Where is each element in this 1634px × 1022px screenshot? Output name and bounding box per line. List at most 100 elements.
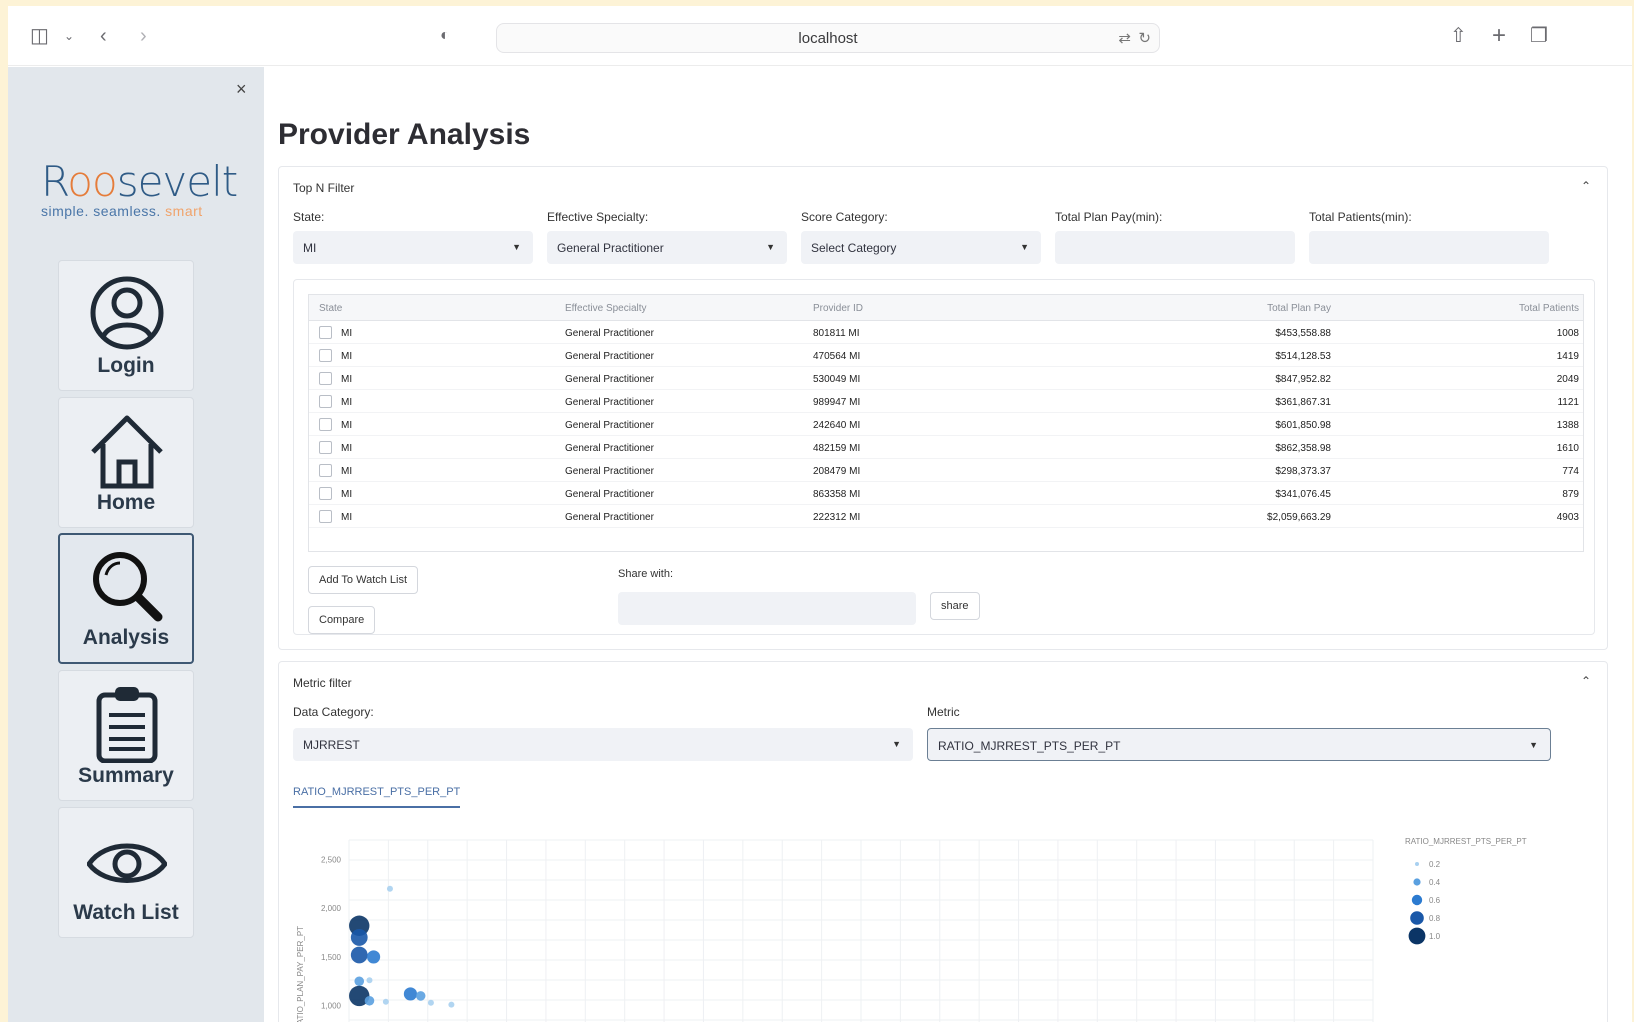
address-bar[interactable]: localhost ⇄ ↻ [496, 23, 1160, 53]
compare-button[interactable]: Compare [308, 606, 376, 634]
legend-marker [1410, 911, 1424, 925]
specialty-select-value: General Practitioner [557, 241, 664, 255]
search-icon [93, 552, 163, 622]
table-row[interactable]: MI General Practitioner 801811 MI $453,558.… [309, 321, 1583, 344]
data-point [415, 991, 426, 1001]
specialty-select[interactable]: General Practitioner ▼ [547, 231, 787, 264]
user-icon [90, 276, 164, 350]
panel-title: Top N Filter [293, 181, 355, 195]
cell-specialty: General Practitioner [565, 443, 654, 454]
row-checkbox[interactable] [319, 349, 332, 362]
url-text: localhost [798, 30, 858, 47]
new-tab-icon[interactable]: + [1492, 24, 1506, 48]
table-row[interactable]: MI General Practitioner 530049 MI $847,952.… [309, 367, 1583, 390]
add-to-watch-list-button[interactable]: Add To Watch List [308, 566, 419, 594]
cell-provider-id: 470564 MI [813, 351, 861, 362]
col-header-provider-id[interactable]: Provider ID [813, 303, 863, 314]
tab-ratio-metric[interactable]: RATIO_MJRREST_PTS_PER_PT [293, 786, 461, 808]
cell-patients: 1419 [1556, 351, 1579, 362]
cell-state: MI [341, 420, 353, 431]
col-header-patients[interactable]: Total Patients [1519, 303, 1579, 314]
share-icon[interactable]: ⇧ [1450, 24, 1467, 48]
back-icon[interactable]: ‹ [100, 24, 107, 48]
row-checkbox[interactable] [319, 510, 332, 523]
row-checkbox[interactable] [319, 441, 332, 454]
cell-provider-id: 222312 MI [813, 512, 861, 523]
table-row[interactable]: MI General Practitioner 242640 MI $601,850.… [309, 413, 1583, 436]
close-sidebar-button[interactable]: × [236, 79, 247, 100]
cell-specialty: General Practitioner [565, 328, 654, 339]
privacy-shield-icon[interactable]: ◐ [440, 24, 450, 48]
legend-title: RATIO_MJRREST_PTS_PER_PT [1405, 837, 1527, 846]
cell-patients: 1121 [1557, 397, 1579, 408]
row-checkbox[interactable] [319, 487, 332, 500]
score-category-value: Select Category [811, 241, 897, 255]
collapse-chevron-icon[interactable]: ⌃ [1581, 674, 1591, 688]
logo-brand-r: R [41, 157, 68, 206]
legend-label: 0.4 [1429, 878, 1441, 887]
patients-input[interactable] [1309, 231, 1549, 264]
sidebar-toggle-icon[interactable]: ◫ [30, 24, 49, 48]
nav-summary-button[interactable]: Summary [58, 670, 194, 801]
row-checkbox[interactable] [319, 326, 332, 339]
translate-icon[interactable]: ⇄ [1118, 29, 1131, 47]
legend-marker [1411, 894, 1423, 906]
score-category-select[interactable]: Select Category ▼ [801, 231, 1041, 264]
data-point [386, 885, 393, 892]
dropdown-arrow-icon: ▼ [1529, 740, 1538, 750]
row-checkbox[interactable] [319, 395, 332, 408]
score-category-label: Score Category: [801, 210, 888, 224]
data-category-select[interactable]: MJRREST ▼ [293, 728, 913, 761]
legend-label: 0.8 [1429, 914, 1441, 923]
cell-plan-pay: $514,128.53 [1275, 351, 1331, 362]
data-point [350, 929, 368, 946]
table-row[interactable]: MI General Practitioner 989947 MI $361,867.… [309, 390, 1583, 413]
table-container: State Effective Specialty Provider ID To… [293, 279, 1595, 635]
logo-brand-oo: oo [67, 157, 117, 206]
nav-label: Analysis [82, 626, 170, 649]
y-tick-label: 1,500 [321, 953, 342, 962]
table-row[interactable]: MI General Practitioner 863358 MI $341,076.… [309, 482, 1583, 505]
row-checkbox[interactable] [319, 372, 332, 385]
state-select[interactable]: MI ▼ [293, 231, 533, 264]
cell-specialty: General Practitioner [565, 466, 654, 477]
table-row[interactable]: MI General Practitioner 222312 MI $2,059,66… [309, 505, 1583, 528]
col-header-plan-pay[interactable]: Total Plan Pay [1267, 303, 1331, 314]
col-header-specialty[interactable]: Effective Specialty [565, 303, 647, 314]
cell-provider-id: 482159 MI [813, 443, 861, 454]
y-tick-label: 2,000 [321, 904, 342, 913]
metric-select[interactable]: RATIO_MJRREST_PTS_PER_PT ▼ [927, 728, 1551, 761]
table-row[interactable]: MI General Practitioner 208479 MI $298,373.… [309, 459, 1583, 482]
dropdown-arrow-icon: ▼ [766, 242, 775, 252]
share-with-input[interactable] [618, 592, 916, 625]
table-row[interactable]: MI General Practitioner 470564 MI $514,128.… [309, 344, 1583, 367]
cell-patients: 4903 [1556, 512, 1579, 523]
cell-plan-pay: $601,850.98 [1275, 420, 1331, 431]
reload-icon[interactable]: ↻ [1138, 29, 1151, 47]
cell-provider-id: 801811 MI [813, 328, 860, 339]
nav-analysis-button[interactable]: Analysis [58, 533, 194, 664]
state-label: State: [293, 210, 325, 224]
cell-provider-id: 989947 MI [813, 397, 861, 408]
share-button[interactable]: share [930, 592, 980, 620]
tabs-overview-icon[interactable]: ❐ [1530, 24, 1548, 48]
cell-plan-pay: $298,373.37 [1275, 466, 1331, 477]
col-header-state[interactable]: State [319, 303, 342, 314]
roosevelt-logo: Roosevelt simple. seamless. smart [41, 157, 241, 220]
plan-pay-input[interactable] [1055, 231, 1295, 264]
table-row[interactable]: MI General Practitioner 482159 MI $862,358.… [309, 436, 1583, 459]
forward-icon[interactable]: › [140, 24, 147, 48]
collapse-chevron-icon[interactable]: ⌃ [1581, 179, 1591, 193]
logo-tagline-b: smart [165, 203, 203, 219]
chevron-down-icon[interactable]: ⌄ [64, 24, 74, 48]
legend-label: 1.0 [1429, 932, 1441, 941]
row-checkbox[interactable] [319, 464, 332, 477]
cell-provider-id: 242640 MI [813, 420, 861, 431]
nav-login-button[interactable]: Login [58, 260, 194, 391]
nav-label: Watch List [73, 901, 179, 924]
metric-filter-panel: Metric filter ⌃ Data Category: MJRREST ▼… [278, 661, 1608, 1022]
nav-watch-list-button[interactable]: Watch List [58, 807, 194, 938]
home-icon [91, 415, 163, 489]
nav-home-button[interactable]: Home [58, 397, 194, 528]
row-checkbox[interactable] [319, 418, 332, 431]
